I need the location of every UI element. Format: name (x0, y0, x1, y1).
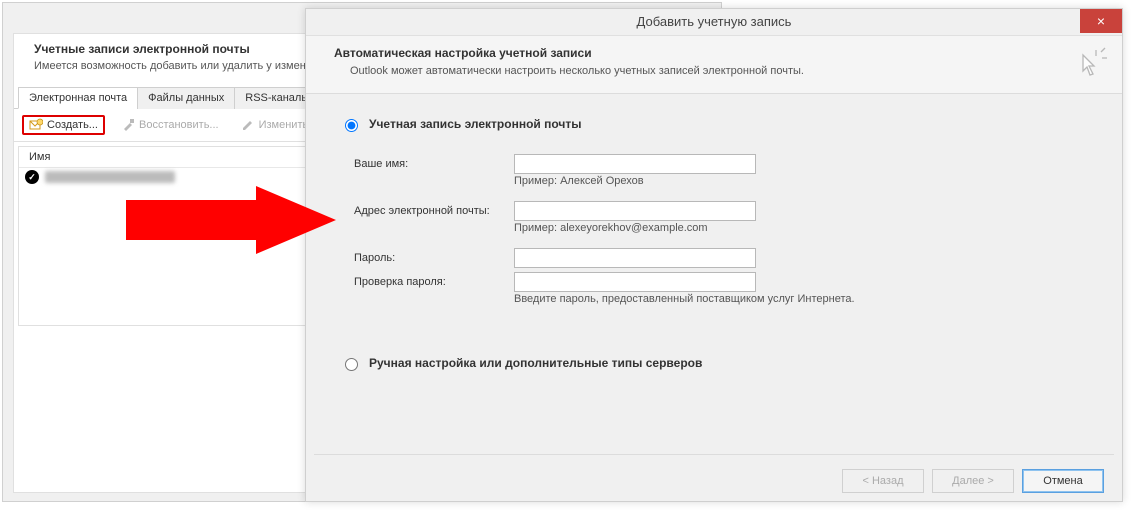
dialog-title: Добавить учетную запись (637, 14, 792, 29)
back-button: < Назад (842, 469, 924, 493)
annotation-arrow (126, 186, 336, 254)
name-label: Ваше имя: (354, 154, 514, 170)
cursor-icon (1074, 46, 1108, 83)
close-icon: × (1097, 8, 1105, 34)
tab-email[interactable]: Электронная почта (18, 87, 138, 109)
radio-email-label: Учетная запись электронной почты (369, 117, 582, 131)
email-form: Ваше имя: Пример: Алексей Орехов Адрес э… (354, 154, 1094, 315)
add-account-dialog: Добавить учетную запись × Автоматическая… (305, 8, 1123, 502)
email-label: Адрес электронной почты: (354, 201, 514, 217)
name-input[interactable] (514, 154, 756, 174)
dialog-titlebar: Добавить учетную запись × (306, 9, 1122, 35)
dialog-subtext: Outlook может автоматически настроить не… (350, 65, 804, 77)
radio-manual-input[interactable] (345, 358, 358, 371)
create-button[interactable]: Создать... (22, 115, 105, 135)
confirm-password-label: Проверка пароля: (354, 272, 514, 288)
name-hint: Пример: Алексей Орехов (514, 175, 756, 187)
radio-manual-label: Ручная настройка или дополнительные типы… (369, 356, 702, 370)
separator (314, 454, 1114, 455)
dialog-body: Учетная запись электронной почты Ваше им… (306, 94, 1122, 450)
confirm-password-input[interactable] (514, 272, 756, 292)
dialog-heading: Автоматическая настройка учетной записи (334, 46, 1104, 60)
mail-new-icon (29, 118, 43, 132)
dialog-button-bar: < Назад Далее > Отмена (306, 461, 1122, 501)
close-button[interactable]: × (1080, 9, 1122, 33)
confirm-hint: Введите пароль, предоставленный поставщи… (514, 293, 855, 305)
radio-manual-setup[interactable]: Ручная настройка или дополнительные типы… (340, 355, 1094, 371)
cancel-button[interactable]: Отмена (1022, 469, 1104, 493)
password-input[interactable] (514, 248, 756, 268)
restore-button-label: Восстановить... (139, 119, 219, 131)
tab-data-files[interactable]: Файлы данных (137, 87, 235, 109)
restore-button: Восстановить... (115, 116, 225, 134)
next-button: Далее > (932, 469, 1014, 493)
email-hint: Пример: alexeyorekhov@example.com (514, 222, 756, 234)
radio-email-account[interactable]: Учетная запись электронной почты (340, 116, 1094, 132)
password-label: Пароль: (354, 248, 514, 264)
edit-icon (241, 118, 255, 132)
account-name-redacted (45, 171, 175, 183)
dialog-header: Автоматическая настройка учетной записи … (306, 35, 1122, 94)
email-input[interactable] (514, 201, 756, 221)
radio-email-input[interactable] (345, 119, 358, 132)
create-button-label: Создать... (47, 119, 98, 131)
checkmark-icon: ✓ (25, 170, 39, 184)
repair-icon (121, 118, 135, 132)
